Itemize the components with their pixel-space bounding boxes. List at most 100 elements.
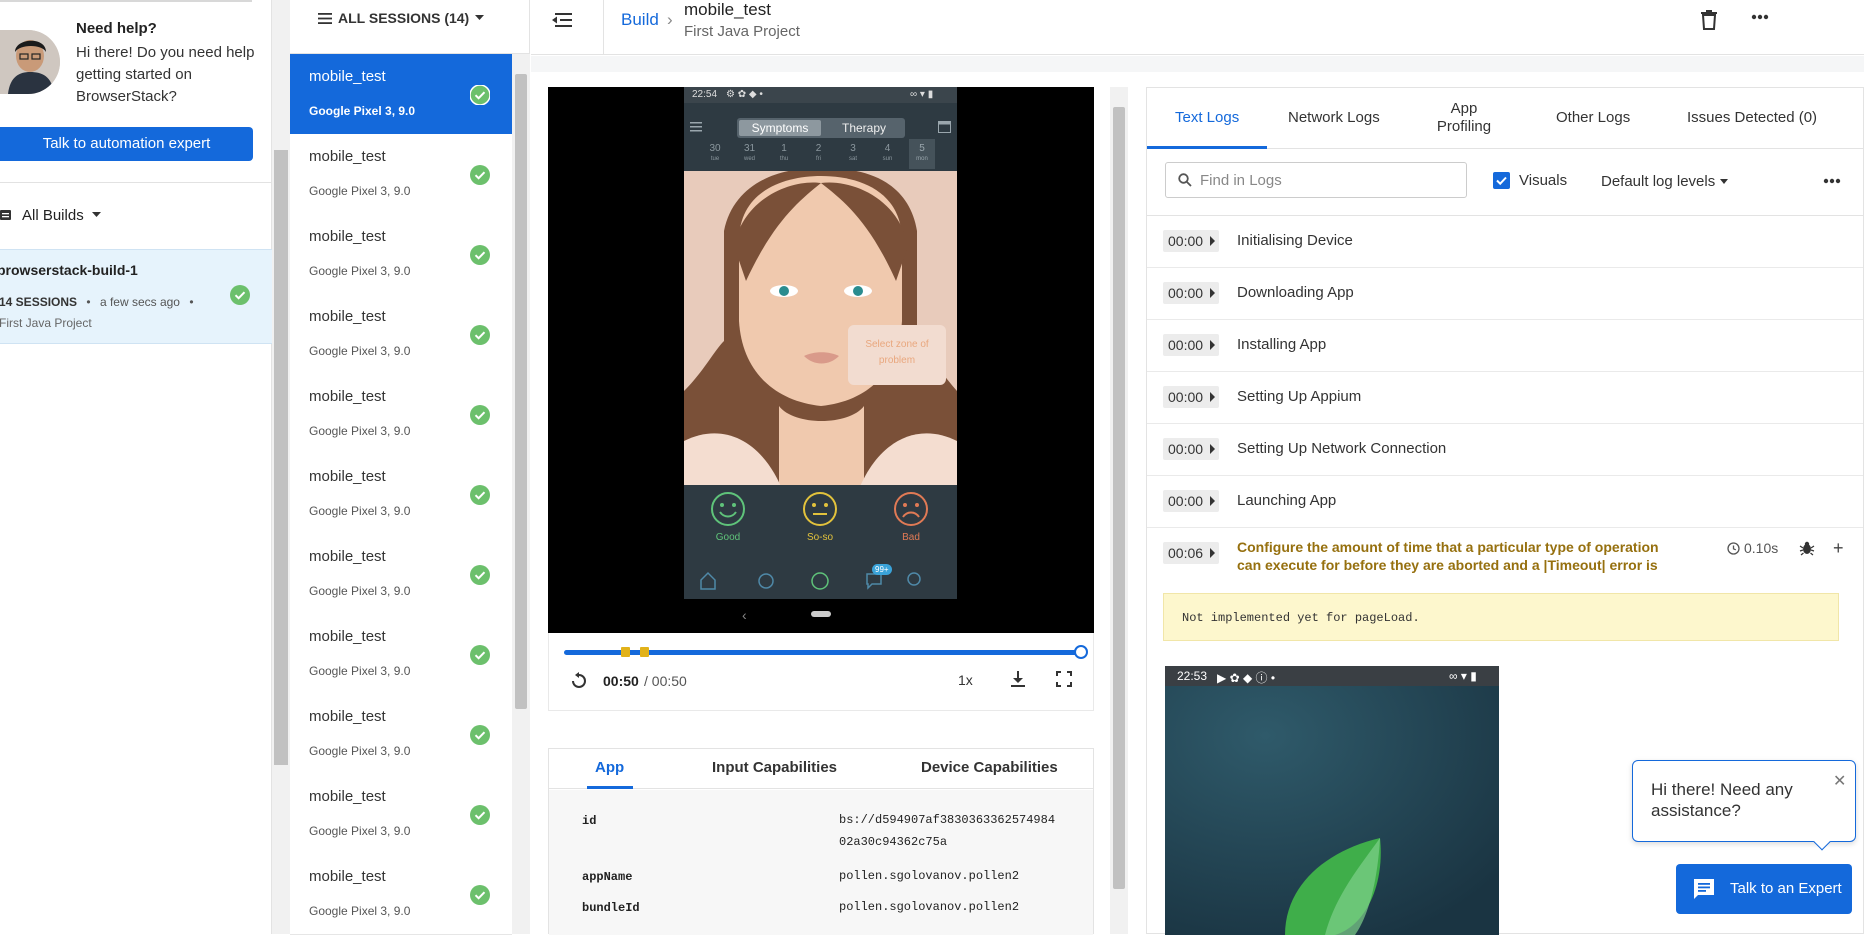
notification-badge: 99+: [872, 564, 892, 575]
session-list-item[interactable]: mobile_test Google Pixel 3, 9.0: [290, 854, 512, 935]
progress-marker[interactable]: [621, 647, 630, 657]
visuals-checkbox[interactable]: [1493, 172, 1510, 189]
day-weekday: mon: [916, 156, 928, 162]
talk-to-an-expert-button[interactable]: Talk to an Expert: [1676, 864, 1852, 914]
mood-bad-label: Bad: [902, 532, 920, 543]
log-row[interactable]: 00:00 Launching App: [1147, 476, 1863, 528]
fullscreen-icon[interactable]: [1056, 671, 1072, 687]
logs-search-box[interactable]: [1165, 162, 1467, 198]
all-sessions-dropdown[interactable]: ALL SESSIONS (14): [318, 10, 485, 26]
chat-greeting-text: Hi there! Need any assistance?: [1651, 780, 1793, 820]
day-number: 5: [919, 143, 925, 154]
scrollbar-thumb[interactable]: [1113, 107, 1125, 889]
log-timestamp[interactable]: 00:00: [1163, 230, 1219, 252]
screenshot-time: 22:53: [1177, 669, 1208, 683]
app-tabs: Symptoms Therapy: [737, 118, 905, 138]
session-list-item[interactable]: mobile_test Google Pixel 3, 9.0: [290, 694, 512, 775]
all-builds-dropdown[interactable]: All Builds: [0, 204, 101, 226]
session-device: Google Pixel 3, 9.0: [309, 424, 411, 438]
talk-to-automation-expert-button[interactable]: Talk to automation expert: [0, 127, 253, 161]
cap-key: id: [582, 814, 597, 828]
passed-check-icon: [470, 165, 490, 185]
session-list-item[interactable]: mobile_test Google Pixel 3, 9.0: [290, 614, 512, 695]
bug-icon[interactable]: [1799, 540, 1815, 556]
back-icon: ‹: [742, 607, 747, 623]
build-sessions-count: 14 SESSIONS: [0, 295, 78, 309]
passed-check-icon: [470, 725, 490, 745]
log-timestamp[interactable]: 00:00: [1163, 438, 1219, 460]
capabilities-tabs: App Input Capabilities Device Capabiliti…: [549, 749, 1093, 789]
log-text: Setting Up Appium: [1237, 388, 1362, 405]
breadcrumb-build-link[interactable]: Build: [621, 10, 659, 30]
calendar-day: 2 fri: [806, 143, 832, 165]
phone-status-bar: 22:54 ⚙ ✿ ◆ • ∞ ▾ ▮: [684, 87, 957, 103]
close-icon[interactable]: ✕: [1833, 771, 1846, 791]
session-name: mobile_test: [309, 468, 386, 485]
download-icon[interactable]: [1010, 671, 1026, 689]
passed-check-icon: [470, 805, 490, 825]
help-text: Hi there! Do you need help getting start…: [76, 44, 255, 105]
tab-network-logs[interactable]: Network Logs: [1288, 109, 1380, 126]
log-row-warning[interactable]: 00:06 Configure the amount of time that …: [1147, 528, 1863, 586]
day-weekday: fri: [816, 156, 821, 162]
calendar-day: 30 tue: [702, 143, 728, 165]
log-timestamp[interactable]: 00:00: [1163, 282, 1219, 304]
passed-check-icon: [230, 285, 250, 305]
build-list-item[interactable]: browserstack-build-1 14 SESSIONS • a few…: [0, 249, 272, 344]
expand-plus-icon[interactable]: +: [1833, 538, 1844, 559]
left-scrollbar[interactable]: [272, 0, 290, 934]
progress-marker[interactable]: [640, 647, 649, 657]
sessions-scrollbar[interactable]: [512, 54, 530, 934]
session-list-item[interactable]: mobile_test Google Pixel 3, 9.0: [290, 774, 512, 855]
log-timestamp[interactable]: 00:00: [1163, 334, 1219, 356]
tab-issues-detected[interactable]: Issues Detected (0): [1687, 109, 1817, 126]
more-options-icon[interactable]: [1751, 14, 1769, 20]
log-levels-dropdown[interactable]: Default log levels: [1601, 173, 1729, 190]
logs-search-input[interactable]: [1200, 169, 1460, 191]
scrollbar-thumb[interactable]: [515, 74, 527, 709]
tab-other-logs[interactable]: Other Logs: [1556, 109, 1630, 126]
session-list-item[interactable]: mobile_test Google Pixel 3, 9.0: [290, 214, 512, 295]
trash-icon[interactable]: [1701, 10, 1717, 30]
session-device: Google Pixel 3, 9.0: [309, 744, 411, 758]
log-row[interactable]: 00:00 Installing App: [1147, 320, 1863, 372]
tab-app[interactable]: App: [595, 759, 624, 776]
caret-down-icon: [91, 212, 101, 218]
screenshot-status-bar: 22:53 ▶ ✿ ◆ ⓘ • ∞ ▾ ▮: [1165, 666, 1499, 686]
tab-app-profiling[interactable]: App Profiling: [1431, 100, 1497, 136]
log-timestamp[interactable]: 00:00: [1163, 386, 1219, 408]
session-device: Google Pixel 3, 9.0: [309, 264, 411, 278]
tab-device-capabilities[interactable]: Device Capabilities: [921, 759, 1058, 776]
hamburger-icon: [690, 122, 702, 132]
session-list-item[interactable]: mobile_test Google Pixel 3, 9.0: [290, 374, 512, 455]
more-options-icon[interactable]: [1823, 178, 1841, 184]
progress-handle[interactable]: [1074, 645, 1088, 659]
tab-input-capabilities[interactable]: Input Capabilities: [712, 759, 837, 776]
hamburger-icon: [318, 12, 332, 24]
tab-text-logs[interactable]: Text Logs: [1175, 109, 1239, 126]
passed-check-icon: [470, 645, 490, 665]
session-list-item[interactable]: mobile_test Google Pixel 3, 9.0: [290, 454, 512, 535]
session-list-item[interactable]: mobile_test Google Pixel 3, 9.0: [290, 534, 512, 615]
session-list-item[interactable]: mobile_test Google Pixel 3, 9.0: [290, 294, 512, 375]
session-name: mobile_test: [309, 68, 386, 85]
session-list-item[interactable]: mobile_test Google Pixel 3, 9.0: [290, 54, 512, 135]
calendar-day: 5 mon: [909, 139, 935, 169]
mood-so-so: So-so: [795, 491, 845, 543]
playback-speed-button[interactable]: 1x: [958, 672, 973, 688]
log-row[interactable]: 00:00 Downloading App: [1147, 268, 1863, 320]
day-number: 31: [743, 143, 756, 154]
log-row[interactable]: 00:00 Setting Up Appium: [1147, 372, 1863, 424]
log-row[interactable]: 00:00 Initialising Device: [1147, 216, 1863, 268]
session-list-item[interactable]: mobile_test Google Pixel 3, 9.0: [290, 134, 512, 215]
log-timestamp[interactable]: 00:06: [1163, 542, 1219, 564]
log-row[interactable]: 00:00 Setting Up Network Connection: [1147, 424, 1863, 476]
log-timestamp[interactable]: 00:00: [1163, 490, 1219, 512]
replay-icon[interactable]: [570, 672, 588, 690]
scrollbar-thumb[interactable]: [274, 150, 288, 765]
collapse-sidebar-icon[interactable]: [551, 10, 573, 30]
all-builds-label: All Builds: [22, 206, 84, 224]
session-device: Google Pixel 3, 9.0: [309, 824, 411, 838]
middle-scrollbar[interactable]: [1110, 87, 1128, 934]
log-screenshot[interactable]: 22:53 ▶ ✿ ◆ ⓘ • ∞ ▾ ▮: [1165, 666, 1499, 935]
